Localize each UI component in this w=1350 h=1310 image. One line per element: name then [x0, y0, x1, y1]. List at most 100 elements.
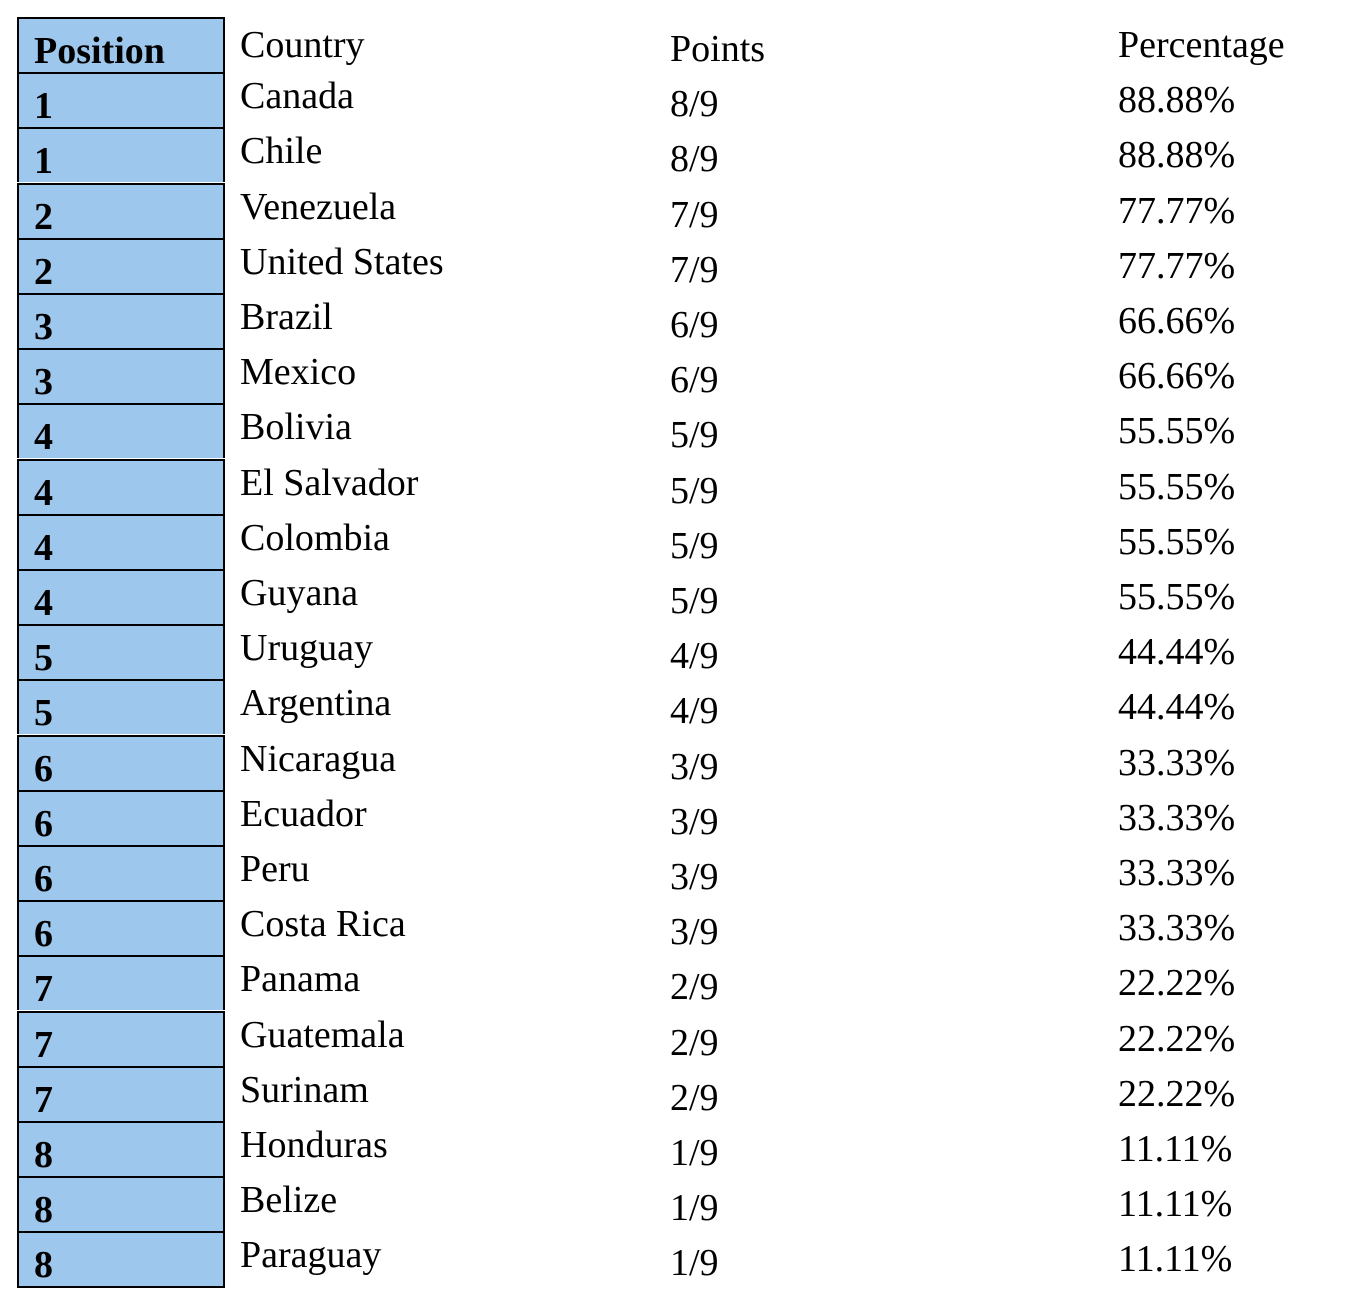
points-cell: 7/9: [670, 248, 719, 291]
position-value: 4: [34, 582, 53, 624]
country-cell: Brazil: [240, 296, 333, 338]
points-cell: 3/9: [670, 745, 719, 788]
position-cell: 7: [17, 1010, 225, 1066]
points-cell: 8/9: [670, 138, 719, 181]
table-row: 6 Costa Rica 3/9 33.33%: [0, 900, 1350, 956]
position-header: Position: [34, 30, 165, 72]
points-cell: 1/9: [670, 1132, 719, 1174]
percentage-cell: 88.88%: [1118, 134, 1236, 177]
position-cell: 6: [17, 734, 225, 790]
position-cell: 5: [17, 679, 225, 735]
points-cell: 5/9: [670, 580, 719, 622]
percentage-cell: 22.22%: [1118, 1017, 1236, 1060]
table-row: 4 Bolivia 5/9 55.55%: [0, 403, 1350, 459]
table-row: 6 Nicaragua 3/9 33.33%: [0, 734, 1350, 790]
table-row: 7 Panama 2/9 22.22%: [0, 955, 1350, 1011]
percentage-cell: 55.55%: [1118, 410, 1236, 453]
table-row: 8 Belize 1/9 11.11%: [0, 1176, 1350, 1232]
table-row: 4 El Salvador 5/9 55.55%: [0, 458, 1350, 514]
table-row: 7 Guatemala 2/9 22.22%: [0, 1010, 1350, 1066]
table-row: 6 Peru 3/9 33.33%: [0, 845, 1350, 900]
percentage-cell: 33.33%: [1118, 907, 1236, 950]
percentage-cell: 11.11%: [1118, 1183, 1233, 1226]
points-cell: 8/9: [670, 83, 719, 126]
percentage-header: Percentage: [1118, 24, 1285, 66]
country-cell: Peru: [240, 848, 310, 890]
country-cell: Colombia: [240, 516, 390, 559]
position-value: 6: [34, 802, 53, 845]
percentage-cell: 77.77%: [1118, 244, 1236, 287]
position-cell: 4: [17, 458, 225, 514]
position-value: 2: [34, 195, 53, 238]
position-value: 6: [34, 858, 53, 900]
table-row: 4 Guyana 5/9 55.55%: [0, 569, 1350, 624]
percentage-cell: 55.55%: [1118, 576, 1236, 618]
country-cell: El Salvador: [240, 461, 419, 504]
position-cell: 1: [17, 72, 225, 128]
position-value: 4: [34, 416, 53, 459]
percentage-cell: 33.33%: [1118, 852, 1236, 894]
position-value: 3: [34, 361, 53, 404]
position-value: 7: [34, 1023, 53, 1066]
country-cell: Guyana: [240, 572, 359, 614]
position-cell: 4: [17, 403, 225, 459]
points-cell: 5/9: [670, 524, 719, 567]
country-cell: Ecuador: [240, 792, 367, 835]
table-row: 4 Colombia 5/9 55.55%: [0, 513, 1350, 569]
position-cell: 8: [17, 1121, 225, 1176]
percentage-cell: 77.77%: [1118, 189, 1236, 232]
percentage-cell: 88.88%: [1118, 79, 1236, 122]
points-cell: 6/9: [670, 304, 719, 346]
country-cell: Guatemala: [240, 1013, 405, 1056]
percentage-cell: 44.44%: [1118, 631, 1236, 674]
country-cell: Uruguay: [240, 627, 373, 670]
position-value: 7: [34, 968, 53, 1011]
position-value: 4: [34, 471, 53, 514]
country-cell: Surinam: [240, 1068, 369, 1111]
points-cell: 2/9: [670, 1076, 719, 1119]
position-value: 7: [34, 1078, 53, 1121]
position-cell: 2: [17, 182, 225, 238]
position-cell: 4: [17, 569, 225, 624]
table-row: 8 Honduras 1/9 11.11%: [0, 1121, 1350, 1176]
points-cell: 3/9: [670, 911, 719, 954]
country-cell: Mexico: [240, 351, 357, 394]
position-cell: 3: [17, 348, 225, 404]
percentage-cell: 55.55%: [1118, 465, 1236, 508]
position-value: 6: [34, 747, 53, 790]
country-cell: Venezuela: [240, 185, 397, 228]
position-value: 5: [34, 637, 53, 680]
points-cell: 3/9: [670, 856, 719, 898]
points-cell: 2/9: [670, 966, 719, 1009]
position-value: 1: [34, 85, 53, 128]
points-header: Points: [670, 28, 766, 70]
position-cell: 2: [17, 237, 225, 293]
percentage-cell: 55.55%: [1118, 520, 1236, 563]
position-cell: 6: [17, 789, 225, 845]
table-row: 1 Canada 8/9 88.88%: [0, 72, 1350, 128]
table-row: 8 Paraguay 1/9 11.11%: [0, 1231, 1350, 1287]
points-cell: 2/9: [670, 1021, 719, 1064]
position-value: 8: [34, 1134, 53, 1176]
position-value: 4: [34, 526, 53, 569]
points-cell: 7/9: [670, 193, 719, 236]
table-row: 5 Uruguay 4/9 44.44%: [0, 624, 1350, 680]
table-row: 2 Venezuela 7/9 77.77%: [0, 182, 1350, 238]
table-row: 7 Surinam 2/9 22.22%: [0, 1065, 1350, 1121]
country-cell: Paraguay: [240, 1234, 382, 1277]
percentage-cell: 33.33%: [1118, 796, 1236, 839]
percentage-cell: 44.44%: [1118, 686, 1236, 729]
country-cell: Bolivia: [240, 406, 352, 449]
position-cell: 3: [17, 293, 225, 348]
position-value: 5: [34, 692, 53, 735]
points-cell: 5/9: [670, 469, 719, 512]
country-cell: Chile: [240, 130, 323, 173]
position-cell: 5: [17, 624, 225, 680]
points-cell: 4/9: [670, 690, 719, 733]
position-value: 1: [34, 140, 53, 183]
table-row: 1 Chile 8/9 88.88%: [0, 127, 1350, 183]
position-header-cell: Position: [17, 17, 225, 72]
table-bottom-border: [17, 1286, 225, 1288]
table-row: 2 United States 7/9 77.77%: [0, 237, 1350, 293]
table-row: 5 Argentina 4/9 44.44%: [0, 679, 1350, 735]
